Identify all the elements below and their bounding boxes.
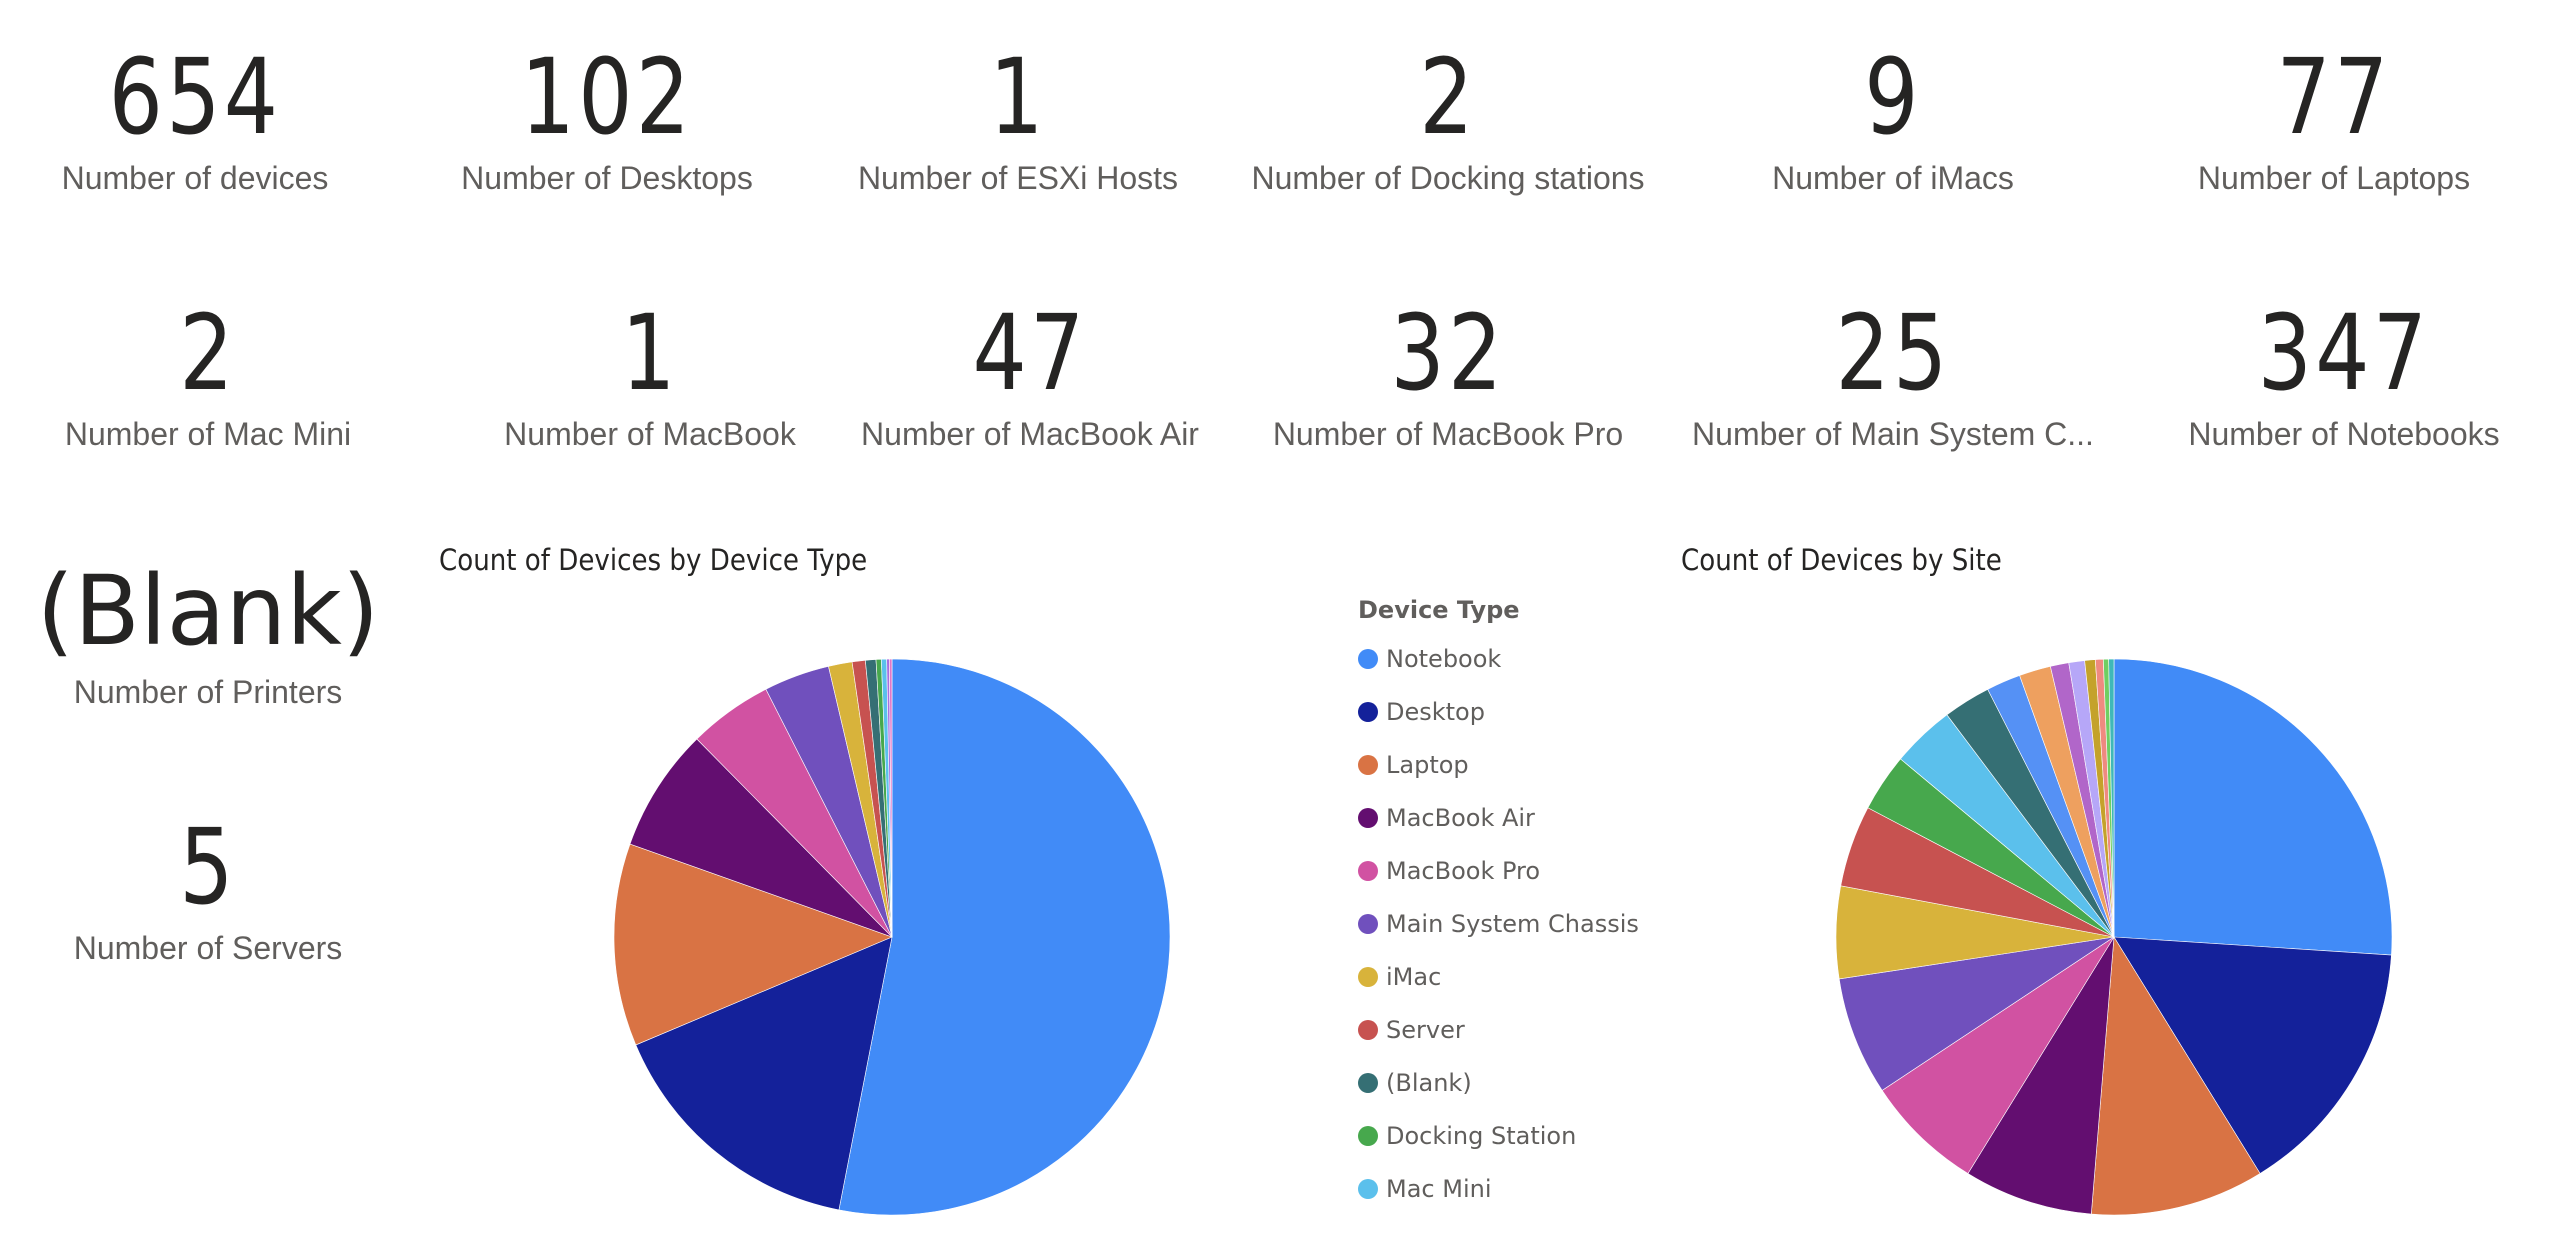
kpi-card-imacs: 9 Number of iMacs: [1683, 42, 2103, 198]
kpi-label: Number of MacBook Pro: [1272, 416, 1624, 452]
legend-label: Docking Station: [1386, 1121, 1577, 1150]
kpi-card-notebooks: 347 Number of Notebooks: [2134, 298, 2554, 454]
kpi-label: Number of Notebooks: [2188, 416, 2500, 452]
chart-title-site: Count of Devices by Site: [1681, 543, 2002, 577]
kpi-value: 102: [520, 36, 694, 158]
legend-item-macbook-air[interactable]: MacBook Air: [1358, 791, 1639, 844]
kpi-card-mac-mini: 2 Number of Mac Mini: [0, 298, 418, 454]
kpi-label: Number of iMacs: [1772, 160, 2014, 196]
legend-label: (Blank): [1386, 1068, 1472, 1097]
chart-title-device-type: Count of Devices by Device Type: [439, 543, 868, 577]
kpi-card-docking-stations: 2 Number of Docking stations: [1238, 42, 1658, 198]
legend-dot-icon: [1358, 701, 1378, 722]
legend-item-laptop[interactable]: Laptop: [1358, 738, 1639, 791]
kpi-label: Number of Mac Mini: [64, 416, 352, 452]
legend-item-blank[interactable]: (Blank): [1358, 1056, 1639, 1109]
kpi-value: 77: [2276, 36, 2392, 158]
kpi-value: 2: [1419, 36, 1477, 158]
legend-item-mac-mini[interactable]: Mac Mini: [1358, 1162, 1639, 1215]
kpi-card-macbook: 1 Number of MacBook: [440, 298, 860, 454]
kpi-value: 32: [1390, 292, 1506, 414]
legend-label: MacBook Pro: [1386, 856, 1541, 885]
kpi-value: 5: [179, 806, 237, 928]
legend-label: Server: [1386, 1015, 1465, 1044]
kpi-label: Number of Docking stations: [1251, 160, 1645, 196]
kpi-label: Number of Servers: [73, 930, 343, 966]
legend-item-notebook[interactable]: Notebook: [1358, 632, 1639, 685]
kpi-label: Number of devices: [61, 160, 329, 196]
kpi-card-devices: 654 Number of devices: [0, 42, 405, 198]
legend-dot-icon: [1358, 1178, 1378, 1199]
kpi-value: (Blank): [36, 555, 380, 667]
kpi-label: Number of MacBook Air: [861, 416, 1199, 452]
kpi-card-printers: (Blank) Number of Printers: [0, 556, 418, 712]
legend-title: Device Type: [1358, 596, 1520, 624]
legend-dot-icon: [1358, 807, 1378, 828]
kpi-card-esxi-hosts: 1 Number of ESXi Hosts: [808, 42, 1228, 198]
legend-dot-icon: [1358, 860, 1378, 881]
kpi-label: Number of MacBook: [504, 416, 796, 452]
kpi-label: Number of Main System C...: [1692, 416, 2094, 452]
site-slice-site-1[interactable]: Site 1: 170: [2113, 658, 2393, 956]
legend-label: iMac: [1386, 962, 1442, 991]
kpi-card-macbook-air: 47 Number of MacBook Air: [820, 298, 1240, 454]
legend-dot-icon: [1358, 913, 1378, 934]
legend-dot-icon: [1358, 754, 1378, 775]
legend-label: Main System Chassis: [1386, 909, 1639, 938]
kpi-card-main-system-chassis: 25 Number of Main System C...: [1683, 298, 2103, 454]
kpi-card-macbook-pro: 32 Number of MacBook Pro: [1238, 298, 1658, 454]
legend-dot-icon: [1358, 648, 1378, 669]
kpi-value: 654: [108, 36, 282, 158]
kpi-card-desktops: 102 Number of Desktops: [397, 42, 817, 198]
kpi-value: 2: [179, 292, 237, 414]
legend-label: MacBook Air: [1386, 803, 1535, 832]
legend-dot-icon: [1358, 1019, 1378, 1040]
kpi-card-servers: 5 Number of Servers: [0, 812, 418, 968]
legend-item-server[interactable]: Server: [1358, 1003, 1639, 1056]
pie-chart-site: Site 1: 170Site 2: 99Site 3: 66Site 4: 4…: [1835, 658, 2393, 1216]
legend-item-docking-station[interactable]: Docking Station: [1358, 1109, 1639, 1162]
kpi-value: 9: [1864, 36, 1922, 158]
kpi-value: 47: [972, 292, 1088, 414]
kpi-label: Number of Laptops: [2197, 160, 2471, 196]
kpi-value: 1: [989, 36, 1047, 158]
legend-dot-icon: [1358, 1125, 1378, 1146]
legend-label: Mac Mini: [1386, 1174, 1492, 1203]
legend-item-main-system-chassis[interactable]: Main System Chassis: [1358, 897, 1639, 950]
legend-item-macbook-pro[interactable]: MacBook Pro: [1358, 844, 1639, 897]
kpi-label: Number of Desktops: [461, 160, 753, 196]
legend-dot-icon: [1358, 1072, 1378, 1093]
kpi-label: Number of ESXi Hosts: [857, 160, 1179, 196]
legend-item-imac[interactable]: iMac: [1358, 950, 1639, 1003]
legend-device-type: Device Type Notebook Desktop Laptop MacBook…: [1358, 596, 1639, 1215]
kpi-value: 25: [1835, 292, 1951, 414]
kpi-value: 347: [2257, 292, 2431, 414]
pie-chart-device-type: Notebook: 347Desktop: 102Laptop: 77MacBo…: [613, 658, 1171, 1216]
kpi-label: Number of Printers: [73, 674, 343, 710]
kpi-card-laptops: 77 Number of Laptops: [2124, 42, 2544, 198]
legend-dot-icon: [1358, 966, 1378, 987]
legend-item-desktop[interactable]: Desktop: [1358, 685, 1639, 738]
legend-label: Laptop: [1386, 750, 1469, 779]
legend-label: Desktop: [1386, 697, 1485, 726]
legend-label: Notebook: [1386, 644, 1502, 673]
kpi-value: 1: [621, 292, 679, 414]
